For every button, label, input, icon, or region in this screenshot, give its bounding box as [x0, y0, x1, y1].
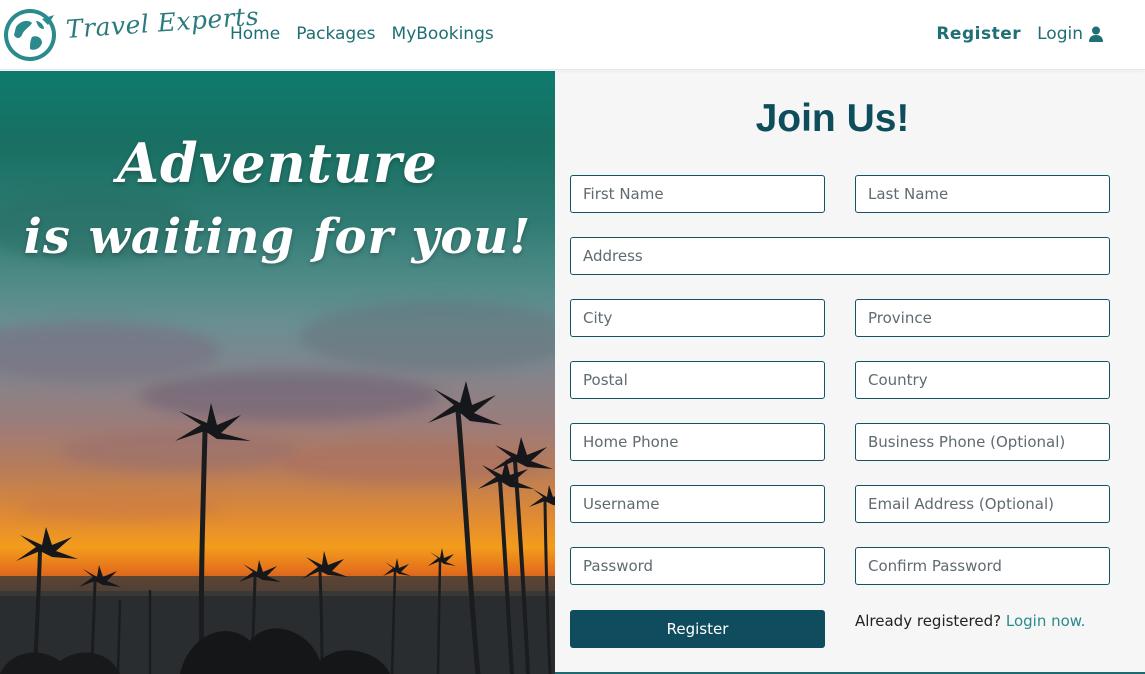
- registration-panel: Join Us! Register Already registered? Lo…: [555, 71, 1145, 674]
- last-name-input[interactable]: [855, 175, 1110, 213]
- main-nav: Home Packages MyBookings: [230, 24, 494, 44]
- brand-logo[interactable]: Travel Experts: [2, 2, 260, 63]
- register-button[interactable]: Register: [570, 610, 825, 648]
- user-icon: [1089, 26, 1103, 42]
- country-input[interactable]: [855, 361, 1110, 399]
- auth-nav: Register Login: [936, 24, 1103, 44]
- palm-trees-silhouette: [0, 381, 555, 674]
- province-input[interactable]: [855, 299, 1110, 337]
- hero-image: Adventure is waiting for you!: [0, 71, 555, 674]
- city-input[interactable]: [570, 299, 825, 337]
- already-registered-label: Already registered?: [855, 612, 1002, 630]
- address-input[interactable]: [570, 237, 1110, 275]
- globe-plane-icon: [4, 9, 56, 61]
- home-phone-input[interactable]: [570, 423, 825, 461]
- nav-login-label: Login: [1037, 24, 1083, 44]
- nav-mybookings[interactable]: MyBookings: [392, 24, 494, 44]
- login-now-link[interactable]: Login now.: [1006, 612, 1086, 630]
- business-phone-input[interactable]: [855, 423, 1110, 461]
- nav-packages[interactable]: Packages: [296, 24, 375, 44]
- confirm-password-input[interactable]: [855, 547, 1110, 585]
- email-input[interactable]: [855, 485, 1110, 523]
- password-input[interactable]: [570, 547, 825, 585]
- nav-home[interactable]: Home: [230, 24, 280, 44]
- already-registered-text: Already registered? Login now.: [855, 612, 1085, 630]
- top-navbar: Travel Experts Home Packages MyBookings …: [0, 0, 1145, 70]
- nav-register-link[interactable]: Register: [936, 24, 1021, 44]
- username-input[interactable]: [570, 485, 825, 523]
- nav-login-link[interactable]: Login: [1037, 24, 1103, 44]
- postal-input[interactable]: [570, 361, 825, 399]
- first-name-input[interactable]: [570, 175, 825, 213]
- form-title: Join Us!: [755, 97, 910, 140]
- brand-name: Travel Experts: [64, 1, 260, 44]
